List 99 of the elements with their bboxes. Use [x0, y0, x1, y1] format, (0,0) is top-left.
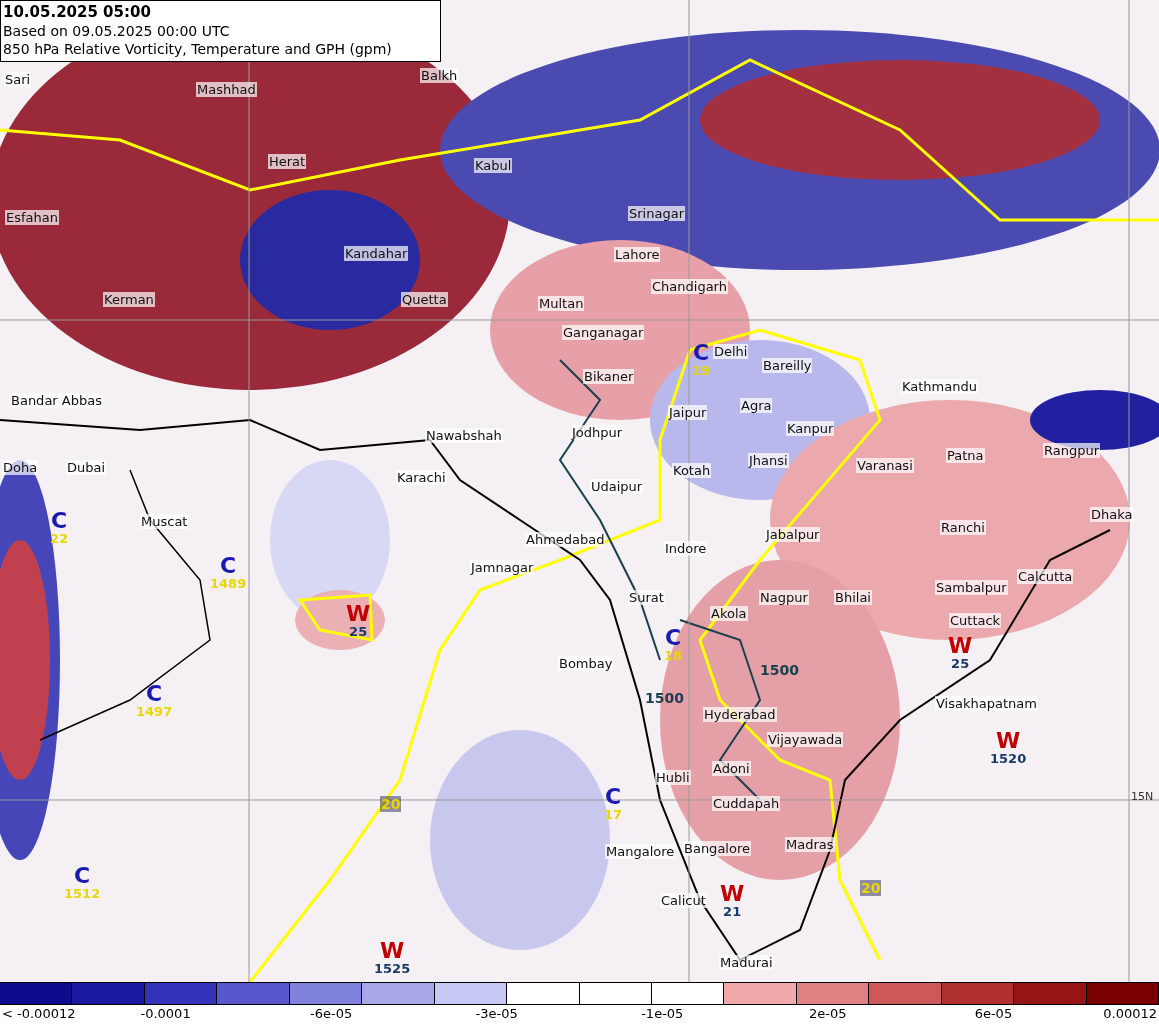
- city-label: Akola: [710, 606, 748, 621]
- chart-title: 850 hPa Relative Vorticity, Temperature and GPH (gpm): [3, 40, 393, 58]
- city-label: Jamnagar: [470, 560, 535, 575]
- warm-center-marker: W: [379, 940, 405, 962]
- city-label: Madurai: [719, 955, 774, 970]
- city-label: Jaipur: [668, 405, 708, 420]
- warm-center-marker: W: [720, 883, 745, 905]
- contour-label: 20: [860, 880, 882, 896]
- city-label: Ahmedabad: [525, 532, 606, 547]
- city-label: Hubli: [655, 770, 691, 785]
- center-value: 17: [604, 808, 623, 822]
- scale-label: < -0.00012: [2, 1006, 76, 1022]
- city-label: Karachi: [396, 470, 447, 485]
- city-label: Bhilai: [834, 590, 872, 605]
- cold-center-marker: C: [74, 865, 91, 887]
- city-label: Bandar Abbas: [10, 393, 103, 408]
- city-label: Agra: [740, 398, 773, 413]
- center-value: 18: [664, 649, 683, 663]
- center-value: 19: [692, 364, 711, 378]
- center-value: 22: [50, 532, 69, 546]
- warm-center-marker: W: [995, 730, 1021, 752]
- city-label: Bareilly: [762, 358, 813, 373]
- city-label: Ganganagar: [562, 325, 645, 340]
- city-label: Mangalore: [605, 844, 676, 859]
- warm-center-marker: W: [346, 603, 371, 625]
- city-label: Balkh: [420, 68, 459, 83]
- city-label: Kotah: [672, 463, 712, 478]
- center-value: 1512: [64, 887, 101, 901]
- city-label: Sari: [4, 72, 32, 87]
- city-label: Muscat: [140, 514, 189, 529]
- city-label: Varanasi: [856, 458, 914, 473]
- city-label: Surat: [628, 590, 665, 605]
- city-label: Kanpur: [786, 421, 835, 436]
- city-label: Vijayawada: [767, 732, 844, 747]
- cold-center-marker: C: [604, 786, 622, 808]
- city-label: Doha: [2, 460, 39, 475]
- center-value: 21: [723, 905, 742, 919]
- scale-label: -0.0001: [140, 1006, 191, 1022]
- city-label: Srinagar: [628, 206, 685, 221]
- valid-time: 10.05.2025 05:00: [3, 3, 152, 22]
- city-label: Chandigarh: [651, 279, 728, 294]
- scale-label: -6e-05: [310, 1006, 353, 1022]
- city-label: Kathmandu: [901, 379, 978, 394]
- scale-label: 0.00012: [1103, 1006, 1157, 1022]
- center-value: 1489: [210, 577, 247, 591]
- city-label: Visakhapatnam: [935, 696, 1038, 711]
- city-label: Cuttack: [949, 613, 1002, 628]
- base-time: Based on 09.05.2025 00:00 UTC: [3, 22, 231, 40]
- city-label: Cuddapah: [712, 796, 781, 811]
- city-label: Patna: [946, 448, 985, 463]
- cold-center-marker: C: [146, 683, 163, 705]
- cold-center-marker: C: [664, 627, 682, 649]
- scale-label: 6e-05: [974, 1006, 1013, 1022]
- city-label: Esfahan: [5, 210, 59, 225]
- city-label: Calcutta: [1017, 569, 1074, 584]
- city-label: Nawabshah: [425, 428, 503, 443]
- city-label: Jabalpur: [765, 527, 821, 542]
- city-label: Hyderabad: [703, 707, 777, 722]
- center-value: 25: [349, 625, 368, 639]
- city-label: Delhi: [713, 344, 749, 359]
- city-label: Dhaka: [1090, 507, 1134, 522]
- city-label: Dubai: [66, 460, 107, 475]
- contour-label: 1500: [645, 690, 684, 706]
- center-value: 1497: [136, 705, 173, 719]
- city-label: Kandahar: [344, 246, 409, 261]
- city-label: Bangalore: [683, 841, 751, 856]
- center-value: 1520: [990, 752, 1027, 766]
- center-value: 1525: [374, 962, 411, 976]
- city-label: Udaipur: [590, 479, 644, 494]
- warm-center-marker: W: [948, 635, 973, 657]
- city-label: Bikaner: [583, 369, 635, 384]
- city-label: Jodhpur: [571, 425, 624, 440]
- city-label: Adoni: [712, 761, 751, 776]
- cold-center-marker: C: [50, 510, 68, 532]
- cold-center-marker: C: [220, 555, 237, 577]
- scale-label: -3e-05: [475, 1006, 518, 1022]
- city-label: Herat: [268, 154, 307, 169]
- scale-label: -1e-05: [641, 1006, 684, 1022]
- contour-label: 15N: [1131, 790, 1154, 803]
- city-label: Indore: [664, 541, 708, 556]
- cold-center-marker: C: [692, 342, 710, 364]
- city-label: Sambalpur: [935, 580, 1008, 595]
- city-label: Mashhad: [196, 82, 257, 97]
- city-label: Quetta: [401, 292, 448, 307]
- city-label: Lahore: [614, 247, 661, 262]
- city-label: Nagpur: [759, 590, 809, 605]
- city-label: Madras: [785, 837, 835, 852]
- city-label: Jhansi: [748, 453, 789, 468]
- scale-label: 2e-05: [809, 1006, 847, 1022]
- city-label: Kabul: [474, 158, 513, 173]
- contour-label: 20: [380, 796, 402, 812]
- center-value: 25: [951, 657, 970, 671]
- city-label: Calicut: [660, 893, 707, 908]
- city-label: Ranchi: [940, 520, 986, 535]
- city-label: Rangpur: [1043, 443, 1101, 458]
- city-label: Bombay: [558, 656, 614, 671]
- city-label: Kerman: [103, 292, 155, 307]
- city-label: Multan: [538, 296, 585, 311]
- contour-label: 1500: [760, 662, 799, 678]
